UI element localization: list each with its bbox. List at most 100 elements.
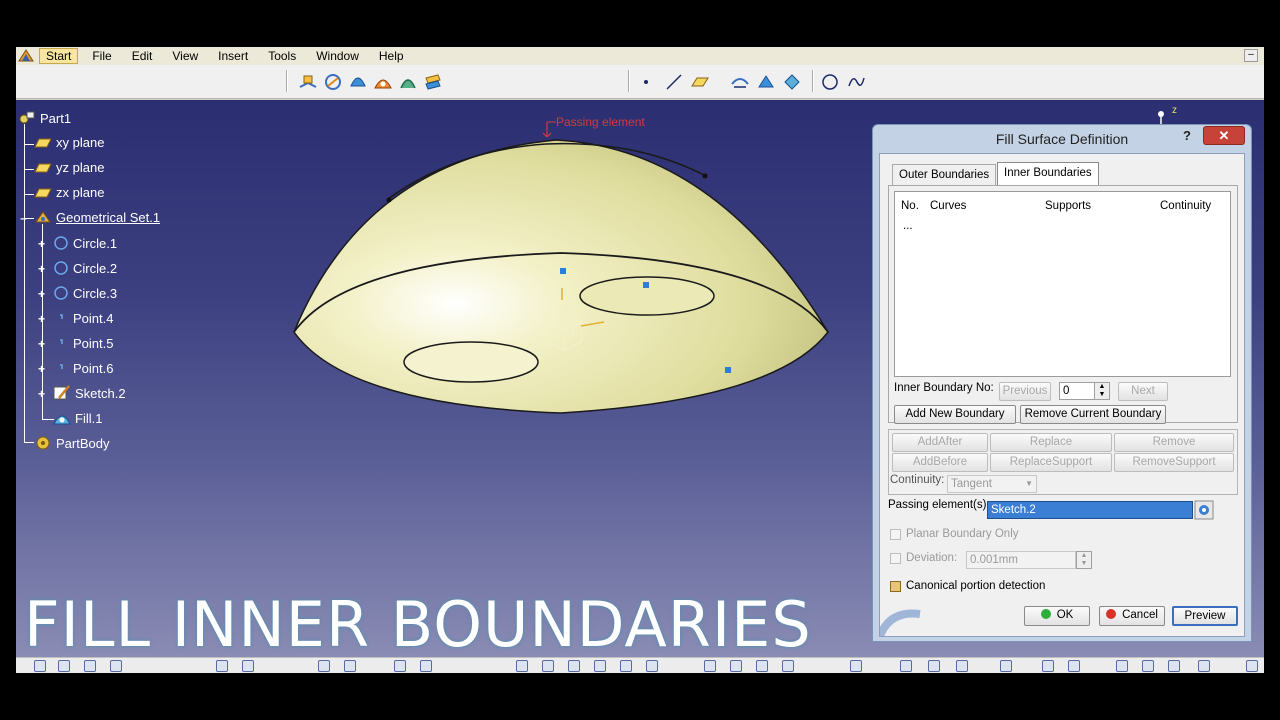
catalog-icon[interactable] <box>1198 660 1210 672</box>
list-item[interactable]: ... <box>903 220 913 232</box>
catia-window: Start File Edit View Insert Tools Window… <box>16 47 1264 673</box>
hide-show-icon[interactable] <box>756 660 768 672</box>
revolve-surface-icon[interactable] <box>323 72 343 92</box>
line-tool-icon[interactable] <box>664 72 684 92</box>
fill-surface-icon[interactable] <box>373 72 393 92</box>
point-tool-icon[interactable] <box>638 72 658 92</box>
boundary-no-spinner[interactable]: ▲ ▼ <box>1094 382 1110 400</box>
redo-icon[interactable] <box>242 660 254 672</box>
menu-file[interactable]: File <box>86 49 117 63</box>
remove-button[interactable]: Remove <box>1114 433 1234 452</box>
connect-icon[interactable] <box>928 660 940 672</box>
column-supports: Supports <box>1045 200 1092 212</box>
column-continuity: Continuity <box>1160 200 1212 212</box>
deviation-checkbox[interactable] <box>890 553 901 564</box>
shading-icon[interactable] <box>730 660 742 672</box>
canonical-detection-checkbox[interactable] <box>890 581 901 592</box>
preview-button[interactable]: Preview <box>1172 606 1238 626</box>
refresh-icon[interactable] <box>850 660 862 672</box>
tab-outer-boundaries[interactable]: Outer Boundaries <box>892 164 997 186</box>
view-mode-icon[interactable] <box>704 660 716 672</box>
dome-surface[interactable] <box>16 100 876 460</box>
dialog-decoration-icon <box>880 609 921 636</box>
fly-mode-icon[interactable] <box>318 660 330 672</box>
next-button[interactable]: Next <box>1118 382 1168 401</box>
dialog-title-bar[interactable]: Fill Surface Definition ? ✕ <box>873 125 1251 151</box>
menu-insert[interactable]: Insert <box>212 49 254 63</box>
menu-start[interactable]: Start <box>39 48 79 64</box>
menu-view[interactable]: View <box>166 49 204 63</box>
tab-inner-boundaries[interactable]: Inner Boundaries <box>997 162 1099 186</box>
curve-endpoint <box>702 173 708 179</box>
menu-help[interactable]: Help <box>373 49 410 63</box>
menu-window[interactable]: Window <box>310 49 365 63</box>
continuity-value: Tangent <box>951 478 992 490</box>
fit-all-icon[interactable] <box>344 660 356 672</box>
dialog-title: Fill Surface Definition <box>995 131 1129 147</box>
circle-tool-icon[interactable] <box>820 72 840 92</box>
more-tools-icon[interactable] <box>1246 660 1258 672</box>
pan-icon[interactable] <box>516 660 528 672</box>
zoom-out-icon[interactable] <box>594 660 606 672</box>
menu-bar: Start File Edit View Insert Tools Window… <box>16 47 1264 65</box>
add-before-button[interactable]: AddBefore <box>892 453 988 472</box>
minimize-button[interactable]: – <box>1244 49 1258 62</box>
cancel-button[interactable]: Cancel <box>1099 606 1165 626</box>
ok-button[interactable]: OK <box>1024 606 1090 626</box>
continuity-select[interactable]: Tangent ▼ <box>947 475 1037 493</box>
draft-icon[interactable] <box>1068 660 1080 672</box>
curvature-icon[interactable] <box>1042 660 1054 672</box>
undo-icon[interactable] <box>216 660 228 672</box>
menu-edit[interactable]: Edit <box>126 49 159 63</box>
column-curves: Curves <box>930 200 967 212</box>
sphere-surface-icon[interactable] <box>348 72 368 92</box>
swap-space-icon[interactable] <box>782 660 794 672</box>
knowledge-icon[interactable] <box>1142 660 1154 672</box>
point-marker[interactable] <box>725 367 731 373</box>
extrude-surface-icon[interactable] <box>298 72 318 92</box>
new-file-icon[interactable] <box>34 660 46 672</box>
boundary-list[interactable]: No. Curves Supports Continuity ... <box>894 191 1231 377</box>
sweep-surface-icon[interactable] <box>398 72 418 92</box>
plane-tool-icon[interactable] <box>690 72 710 92</box>
inner-hole-left[interactable] <box>403 341 539 383</box>
offset-surface-icon[interactable] <box>423 72 443 92</box>
deviation-field[interactable]: 0.001mm <box>966 551 1076 569</box>
planar-boundary-checkbox[interactable] <box>890 529 901 540</box>
menu-tools[interactable]: Tools <box>262 49 302 63</box>
add-new-boundary-button[interactable]: Add New Boundary <box>894 405 1016 424</box>
dome-body <box>293 139 829 414</box>
point-marker[interactable] <box>560 268 566 274</box>
passing-elements-field[interactable]: Sketch.2 <box>987 501 1193 519</box>
zoom-in-icon[interactable] <box>568 660 580 672</box>
element-selector-icon[interactable] <box>1194 500 1214 520</box>
spline-tool-icon[interactable] <box>846 72 866 92</box>
add-after-button[interactable]: AddAfter <box>892 433 988 452</box>
print-icon[interactable] <box>110 660 122 672</box>
measure-icon[interactable] <box>420 660 432 672</box>
close-button[interactable]: ✕ <box>1203 126 1245 145</box>
section-icon[interactable] <box>956 660 968 672</box>
previous-button[interactable]: Previous <box>999 382 1051 401</box>
trim-tool-icon[interactable] <box>756 72 776 92</box>
deviation-label: Deviation: <box>906 552 958 564</box>
replace-support-button[interactable]: ReplaceSupport <box>990 453 1112 472</box>
point-marker[interactable] <box>643 282 649 288</box>
remove-support-button[interactable]: RemoveSupport <box>1114 453 1234 472</box>
iso-view-icon[interactable] <box>646 660 658 672</box>
replace-button[interactable]: Replace <box>990 433 1112 452</box>
remove-current-boundary-button[interactable]: Remove Current Boundary <box>1020 405 1166 424</box>
rotate-icon[interactable] <box>542 660 554 672</box>
open-file-icon[interactable] <box>58 660 70 672</box>
split-tool-icon[interactable] <box>730 72 750 92</box>
normal-view-icon[interactable] <box>620 660 632 672</box>
boundary-tool-icon[interactable] <box>782 72 802 92</box>
deviation-spinner[interactable]: ▲ ▼ <box>1076 551 1092 569</box>
apply-material-icon[interactable] <box>1116 660 1128 672</box>
capture-icon[interactable] <box>1000 660 1012 672</box>
axis-system-icon[interactable] <box>1168 660 1180 672</box>
save-icon[interactable] <box>84 660 96 672</box>
help-button[interactable]: ? <box>1183 128 1191 143</box>
analysis-icon[interactable] <box>900 660 912 672</box>
table-icon[interactable] <box>394 660 406 672</box>
